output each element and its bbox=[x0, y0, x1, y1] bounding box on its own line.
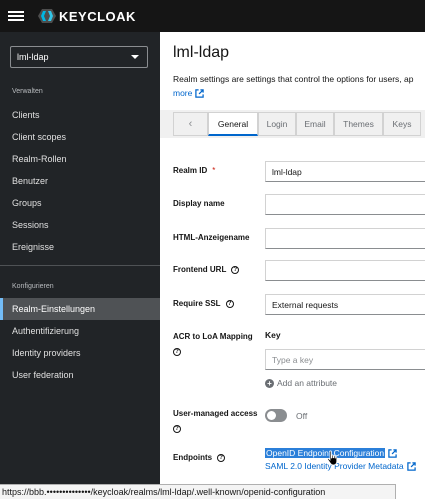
tab-themes[interactable]: Themes bbox=[334, 112, 383, 136]
caret-down-icon bbox=[131, 55, 139, 59]
help-icon[interactable]: ? bbox=[231, 265, 240, 274]
html-display-name-label: HTML-Anzeigename bbox=[173, 233, 250, 242]
more-link[interactable]: more bbox=[173, 88, 205, 98]
add-attribute-button[interactable]: + Add an attribute bbox=[265, 378, 337, 388]
general-settings-form: Realm ID * lml-ldap Display name HTML-An… bbox=[160, 138, 425, 499]
user-managed-access-toggle[interactable] bbox=[265, 409, 287, 422]
realm-selector-value: lml-ldap bbox=[17, 52, 49, 62]
sidebar-item-realm-settings[interactable]: Realm-Einstellungen bbox=[0, 298, 160, 320]
frontend-url-label: Frontend URL ? bbox=[173, 265, 240, 274]
frontend-url-input[interactable] bbox=[265, 260, 425, 281]
required-mark: * bbox=[212, 166, 216, 175]
help-icon[interactable]: ? bbox=[225, 299, 234, 308]
tabs-scroll-left-button[interactable]: ‹ bbox=[173, 112, 208, 136]
user-managed-access-label: User-managed access bbox=[173, 409, 258, 418]
brand-name: KEYCLOAK bbox=[59, 8, 136, 24]
page-header: lml-ldap Realm settings are settings tha… bbox=[160, 32, 425, 110]
user-managed-access-state: Off bbox=[296, 411, 308, 421]
sidebar-item-realm-roles[interactable]: Realm-Rollen bbox=[0, 148, 160, 170]
require-ssl-select[interactable]: External requests bbox=[265, 294, 425, 315]
external-link-icon bbox=[388, 448, 397, 458]
more-link-label: more bbox=[173, 88, 193, 98]
external-link-icon bbox=[406, 461, 416, 471]
display-name-label: Display name bbox=[173, 199, 225, 208]
help-icon[interactable]: ? bbox=[173, 348, 181, 356]
saml-metadata-link[interactable]: SAML 2.0 Identity Provider Metadata bbox=[265, 461, 416, 471]
sidebar-item-events[interactable]: Ereignisse bbox=[0, 236, 160, 258]
tab-email[interactable]: Email bbox=[296, 112, 334, 136]
user-managed-access-help: ? bbox=[173, 425, 181, 433]
browser-status-bar: https://bbb.••••••••••••••/keycloak/real… bbox=[0, 484, 396, 499]
nav-section-manage: Verwalten bbox=[12, 88, 43, 95]
nav-section-configure: Konfigurieren bbox=[12, 283, 54, 290]
hand-cursor-icon bbox=[327, 450, 338, 466]
sidebar-item-identity-providers[interactable]: Identity providers bbox=[0, 342, 160, 364]
menu-toggle-icon[interactable] bbox=[8, 11, 24, 21]
sidebar-item-authentication[interactable]: Authentifizierung bbox=[0, 320, 160, 342]
add-attribute-label: Add an attribute bbox=[277, 378, 338, 388]
realm-id-label: Realm ID * bbox=[173, 166, 215, 175]
acr-key-header: Key bbox=[265, 330, 281, 340]
endpoints-label-text: Endpoints bbox=[173, 453, 213, 462]
external-link-icon bbox=[195, 88, 205, 98]
acr-loa-help: ? bbox=[173, 348, 181, 356]
main-content: lml-ldap Realm settings are settings tha… bbox=[160, 32, 425, 499]
sidebar-item-users[interactable]: Benutzer bbox=[0, 170, 160, 192]
sidebar: lml-ldap Verwalten Clients Client scopes… bbox=[0, 32, 160, 499]
endpoints-label: Endpoints ? bbox=[173, 453, 226, 462]
help-icon[interactable]: ? bbox=[217, 453, 226, 462]
acr-loa-label: ACR to LoA Mapping bbox=[173, 332, 253, 341]
require-ssl-label-text: Require SSL bbox=[173, 299, 221, 308]
frontend-url-label-text: Frontend URL bbox=[173, 265, 227, 274]
realm-id-label-text: Realm ID bbox=[173, 166, 208, 175]
keycloak-logo[interactable]: KEYCLOAK bbox=[38, 8, 136, 24]
tab-login[interactable]: Login bbox=[258, 112, 296, 136]
sidebar-item-client-scopes[interactable]: Client scopes bbox=[0, 126, 160, 148]
settings-tabs: ‹ General Login Email Themes Keys bbox=[173, 112, 425, 136]
acr-key-input[interactable]: Type a key bbox=[265, 349, 425, 370]
keycloak-logo-icon bbox=[38, 9, 56, 23]
toggle-knob bbox=[267, 411, 276, 420]
sidebar-divider bbox=[0, 265, 160, 266]
realm-selector[interactable]: lml-ldap bbox=[10, 46, 148, 68]
html-display-name-input[interactable] bbox=[265, 228, 425, 249]
sidebar-item-groups[interactable]: Groups bbox=[0, 192, 160, 214]
help-icon[interactable]: ? bbox=[173, 425, 181, 433]
masthead: KEYCLOAK bbox=[0, 0, 425, 32]
sidebar-item-clients[interactable]: Clients bbox=[0, 104, 160, 126]
require-ssl-label: Require SSL ? bbox=[173, 299, 234, 308]
chevron-left-icon: ‹ bbox=[188, 118, 193, 130]
tab-general[interactable]: General bbox=[208, 112, 258, 136]
plus-circle-icon: + bbox=[265, 378, 274, 388]
display-name-input[interactable] bbox=[265, 194, 425, 215]
sidebar-item-sessions[interactable]: Sessions bbox=[0, 214, 160, 236]
page-title: lml-ldap bbox=[173, 44, 230, 61]
sidebar-item-user-federation[interactable]: User federation bbox=[0, 364, 160, 386]
page-description: Realm settings are settings that control… bbox=[173, 74, 414, 84]
realm-id-input[interactable]: lml-ldap bbox=[265, 161, 425, 182]
tab-keys[interactable]: Keys bbox=[383, 112, 421, 136]
